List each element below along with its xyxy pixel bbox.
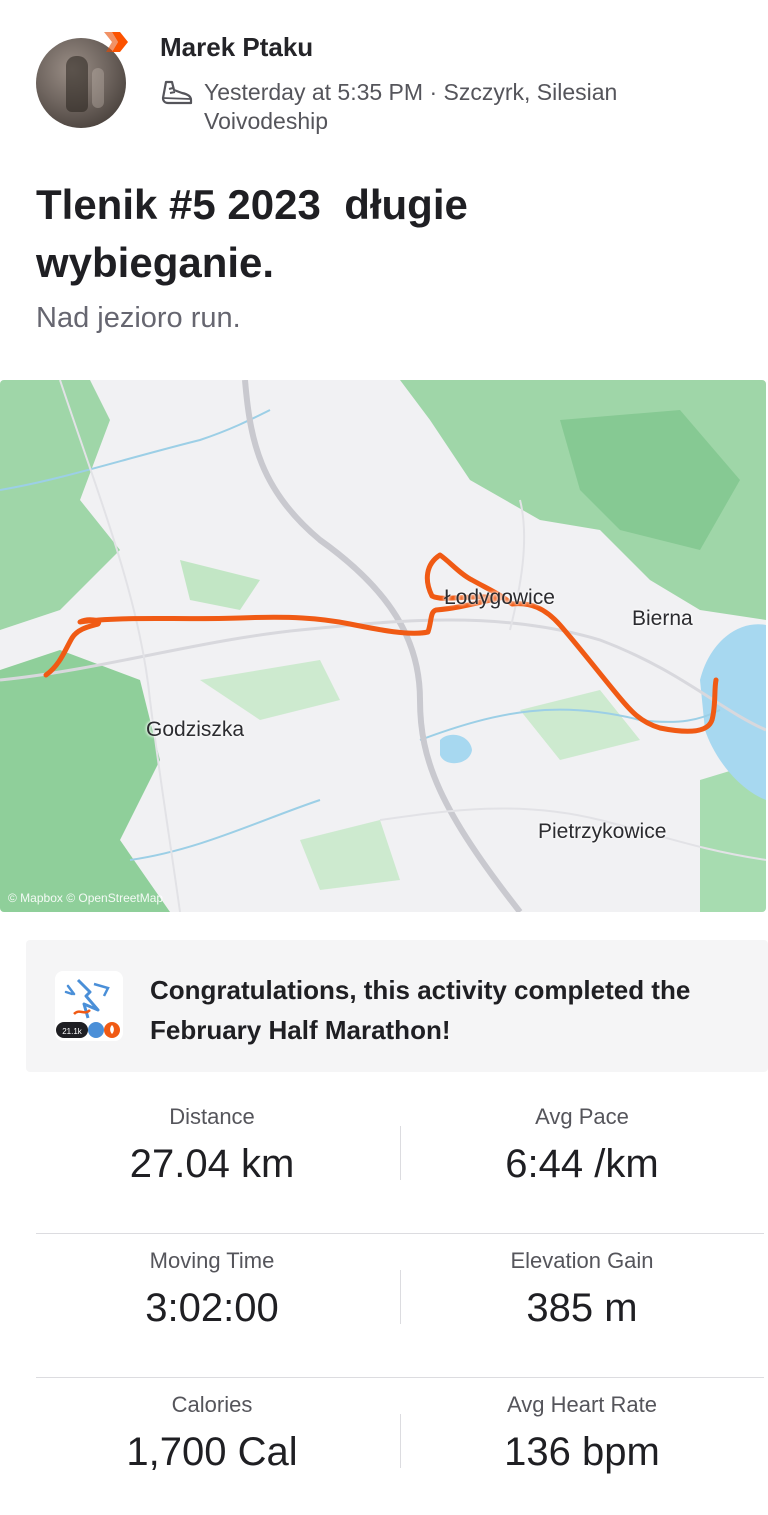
- stats-grid: Distance 27.04 km Avg Pace 6:44 /km Movi…: [36, 1090, 764, 1515]
- athlete-name[interactable]: Marek Ptaku: [160, 32, 313, 63]
- stat-elevation-gain: Elevation Gain 385 m: [402, 1248, 762, 1331]
- forest-area: [180, 560, 260, 610]
- road: [509, 499, 526, 631]
- forest-area: [200, 660, 340, 720]
- stat-value: 3:02:00: [145, 1286, 279, 1330]
- map-label-town: Godziszka: [146, 718, 245, 741]
- avatar-figure-secondary: [92, 68, 104, 108]
- stat-distance: Distance 27.04 km: [32, 1104, 392, 1187]
- stat-calories: Calories 1,700 Cal: [32, 1392, 392, 1475]
- half-marathon-badge-icon: 21.1k: [55, 971, 123, 1041]
- stat-avg-heart-rate: Avg Heart Rate 136 bpm: [402, 1392, 762, 1475]
- stat-moving-time: Moving Time 3:02:00: [32, 1248, 392, 1331]
- stat-value: 136 bpm: [504, 1430, 660, 1474]
- stat-avg-pace: Avg Pace 6:44 /km: [402, 1104, 762, 1187]
- avatar-figure: [66, 56, 88, 112]
- activity-description: Nad jezioro run.: [36, 302, 241, 334]
- stat-label: Avg Heart Rate: [506, 1392, 657, 1417]
- stats-row: Calories 1,700 Cal Avg Heart Rate 136 bp…: [36, 1378, 764, 1515]
- stat-label: Calories: [171, 1392, 253, 1417]
- forest-area: [300, 820, 400, 890]
- challenge-text: Congratulations, this activity completed…: [150, 975, 691, 1045]
- stat-label: Moving Time: [149, 1248, 275, 1273]
- subscriber-badge-icon: [104, 32, 128, 52]
- stats-row: Moving Time 3:02:00 Elevation Gain 385 m: [36, 1234, 764, 1378]
- stat-divider: [400, 1126, 401, 1180]
- activity-meta: Yesterday at 5:35 PM · Szczyrk, Silesian…: [204, 79, 618, 134]
- stat-label: Avg Pace: [535, 1104, 629, 1129]
- stat-value: 385 m: [526, 1286, 638, 1330]
- map-label-town: Bierna: [632, 607, 693, 630]
- map-label-town: Łodygowice: [444, 586, 555, 609]
- route-map[interactable]: Łodygowice Bierna Godziszka Pietrzykowic…: [0, 380, 766, 912]
- activity-title: Tlenik #5 2023 długie wybieganie.: [36, 181, 468, 286]
- stream: [129, 799, 321, 861]
- stat-label: Elevation Gain: [510, 1248, 654, 1273]
- map-label-town: Pietrzykowice: [538, 820, 667, 843]
- pond: [440, 734, 472, 764]
- stat-value: 27.04 km: [129, 1142, 295, 1186]
- running-shoe-icon: [161, 80, 193, 105]
- activity-route: [43, 552, 719, 734]
- challenge-banner[interactable]: 21.1k Congratulations, this activity com…: [26, 940, 768, 1072]
- stats-row: Distance 27.04 km Avg Pace 6:44 /km: [36, 1090, 764, 1234]
- stat-label: Distance: [169, 1104, 255, 1129]
- activity-header: Marek Ptaku Yesterday at 5:35 PM · Szczy…: [0, 0, 768, 150]
- stat-value: 1,700 Cal: [126, 1430, 298, 1474]
- forest-area: [0, 650, 170, 912]
- map-attribution[interactable]: © Mapbox © OpenStreetMap: [8, 891, 163, 905]
- stat-divider: [400, 1414, 401, 1468]
- stat-divider: [400, 1270, 401, 1324]
- stat-value: 6:44 /km: [505, 1142, 659, 1186]
- badge-distance-text: 21.1k: [62, 1027, 83, 1036]
